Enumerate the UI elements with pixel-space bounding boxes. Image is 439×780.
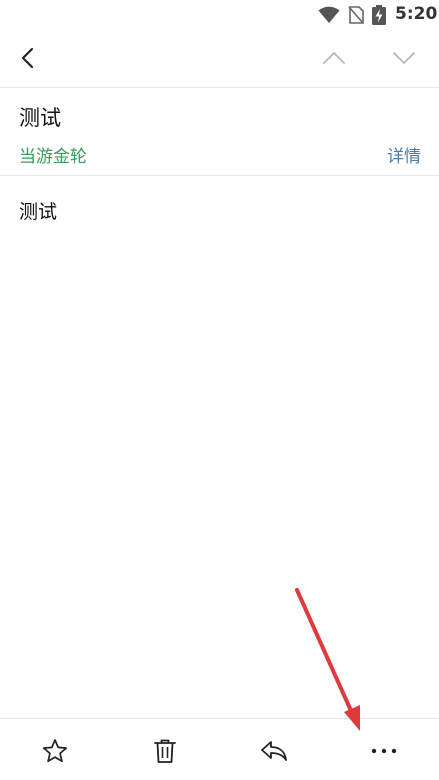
details-link[interactable]: 详情 [387,142,421,167]
subject-divider [0,175,439,176]
more-horizontal-icon [371,748,397,754]
reply-icon [261,741,287,761]
chevron-left-icon [21,47,34,69]
status-time: 5:20 [395,4,438,24]
back-button[interactable] [8,38,48,78]
wifi-icon [318,6,340,23]
message-body: 测试 [19,201,58,223]
header-divider [0,87,439,88]
battery-charging-icon [372,5,386,25]
chevron-up-icon [323,52,345,64]
message-subject: 测试 [19,106,61,130]
delete-button[interactable] [145,731,185,771]
next-message-button[interactable] [384,38,424,78]
status-bar: 5:20 [0,0,439,30]
sender-name[interactable]: 当游金轮 [19,142,87,167]
no-sim-icon [348,6,364,24]
previous-message-button[interactable] [314,38,354,78]
trash-icon [154,739,176,763]
bottom-toolbar [0,719,439,780]
star-icon [42,739,68,763]
reply-button[interactable] [254,731,294,771]
chevron-down-icon [393,52,415,64]
star-button[interactable] [35,731,75,771]
mail-detail-screen: 5:20 测试 当游金轮 详情 测试 [0,0,439,780]
app-bar [0,30,439,87]
more-options-button[interactable] [364,731,404,771]
annotation-arrow-icon [295,588,360,731]
